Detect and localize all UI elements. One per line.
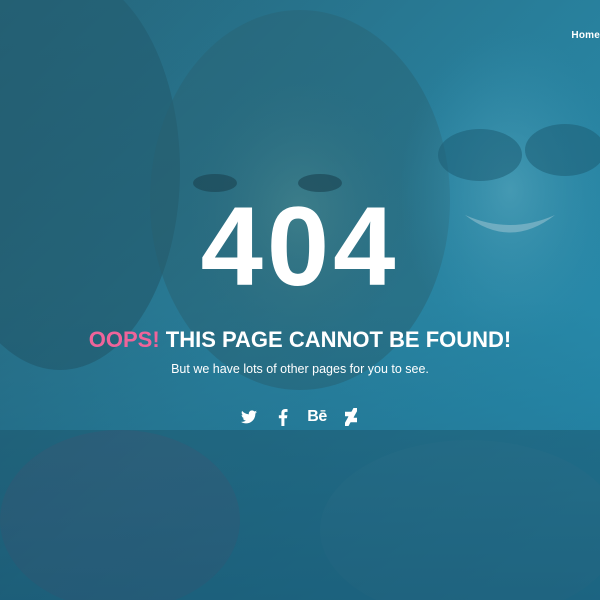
- facebook-icon: [278, 408, 288, 426]
- headline-text: THIS PAGE CANNOT BE FOUND!: [159, 327, 512, 352]
- nav-home-link[interactable]: Home: [571, 30, 600, 41]
- deviantart-icon: [345, 408, 357, 426]
- social-links: Bē: [0, 406, 600, 428]
- error-headline: OOPS! THIS PAGE CANNOT BE FOUND!: [0, 325, 600, 355]
- top-nav: Home: [571, 25, 600, 43]
- error-subtext: But we have lots of other pages for you …: [171, 362, 429, 376]
- twitter-icon: [241, 410, 257, 424]
- page: Home 404 OOPS! THIS PAGE CANNOT BE FOUND…: [0, 0, 600, 600]
- behance-icon: Bē: [307, 408, 327, 425]
- error-code: 404: [200, 184, 400, 309]
- deviantart-link[interactable]: [341, 406, 361, 428]
- behance-link[interactable]: Bē: [307, 406, 327, 428]
- headline-accent: OOPS!: [88, 327, 160, 352]
- facebook-link[interactable]: [273, 406, 293, 428]
- twitter-link[interactable]: [239, 406, 259, 428]
